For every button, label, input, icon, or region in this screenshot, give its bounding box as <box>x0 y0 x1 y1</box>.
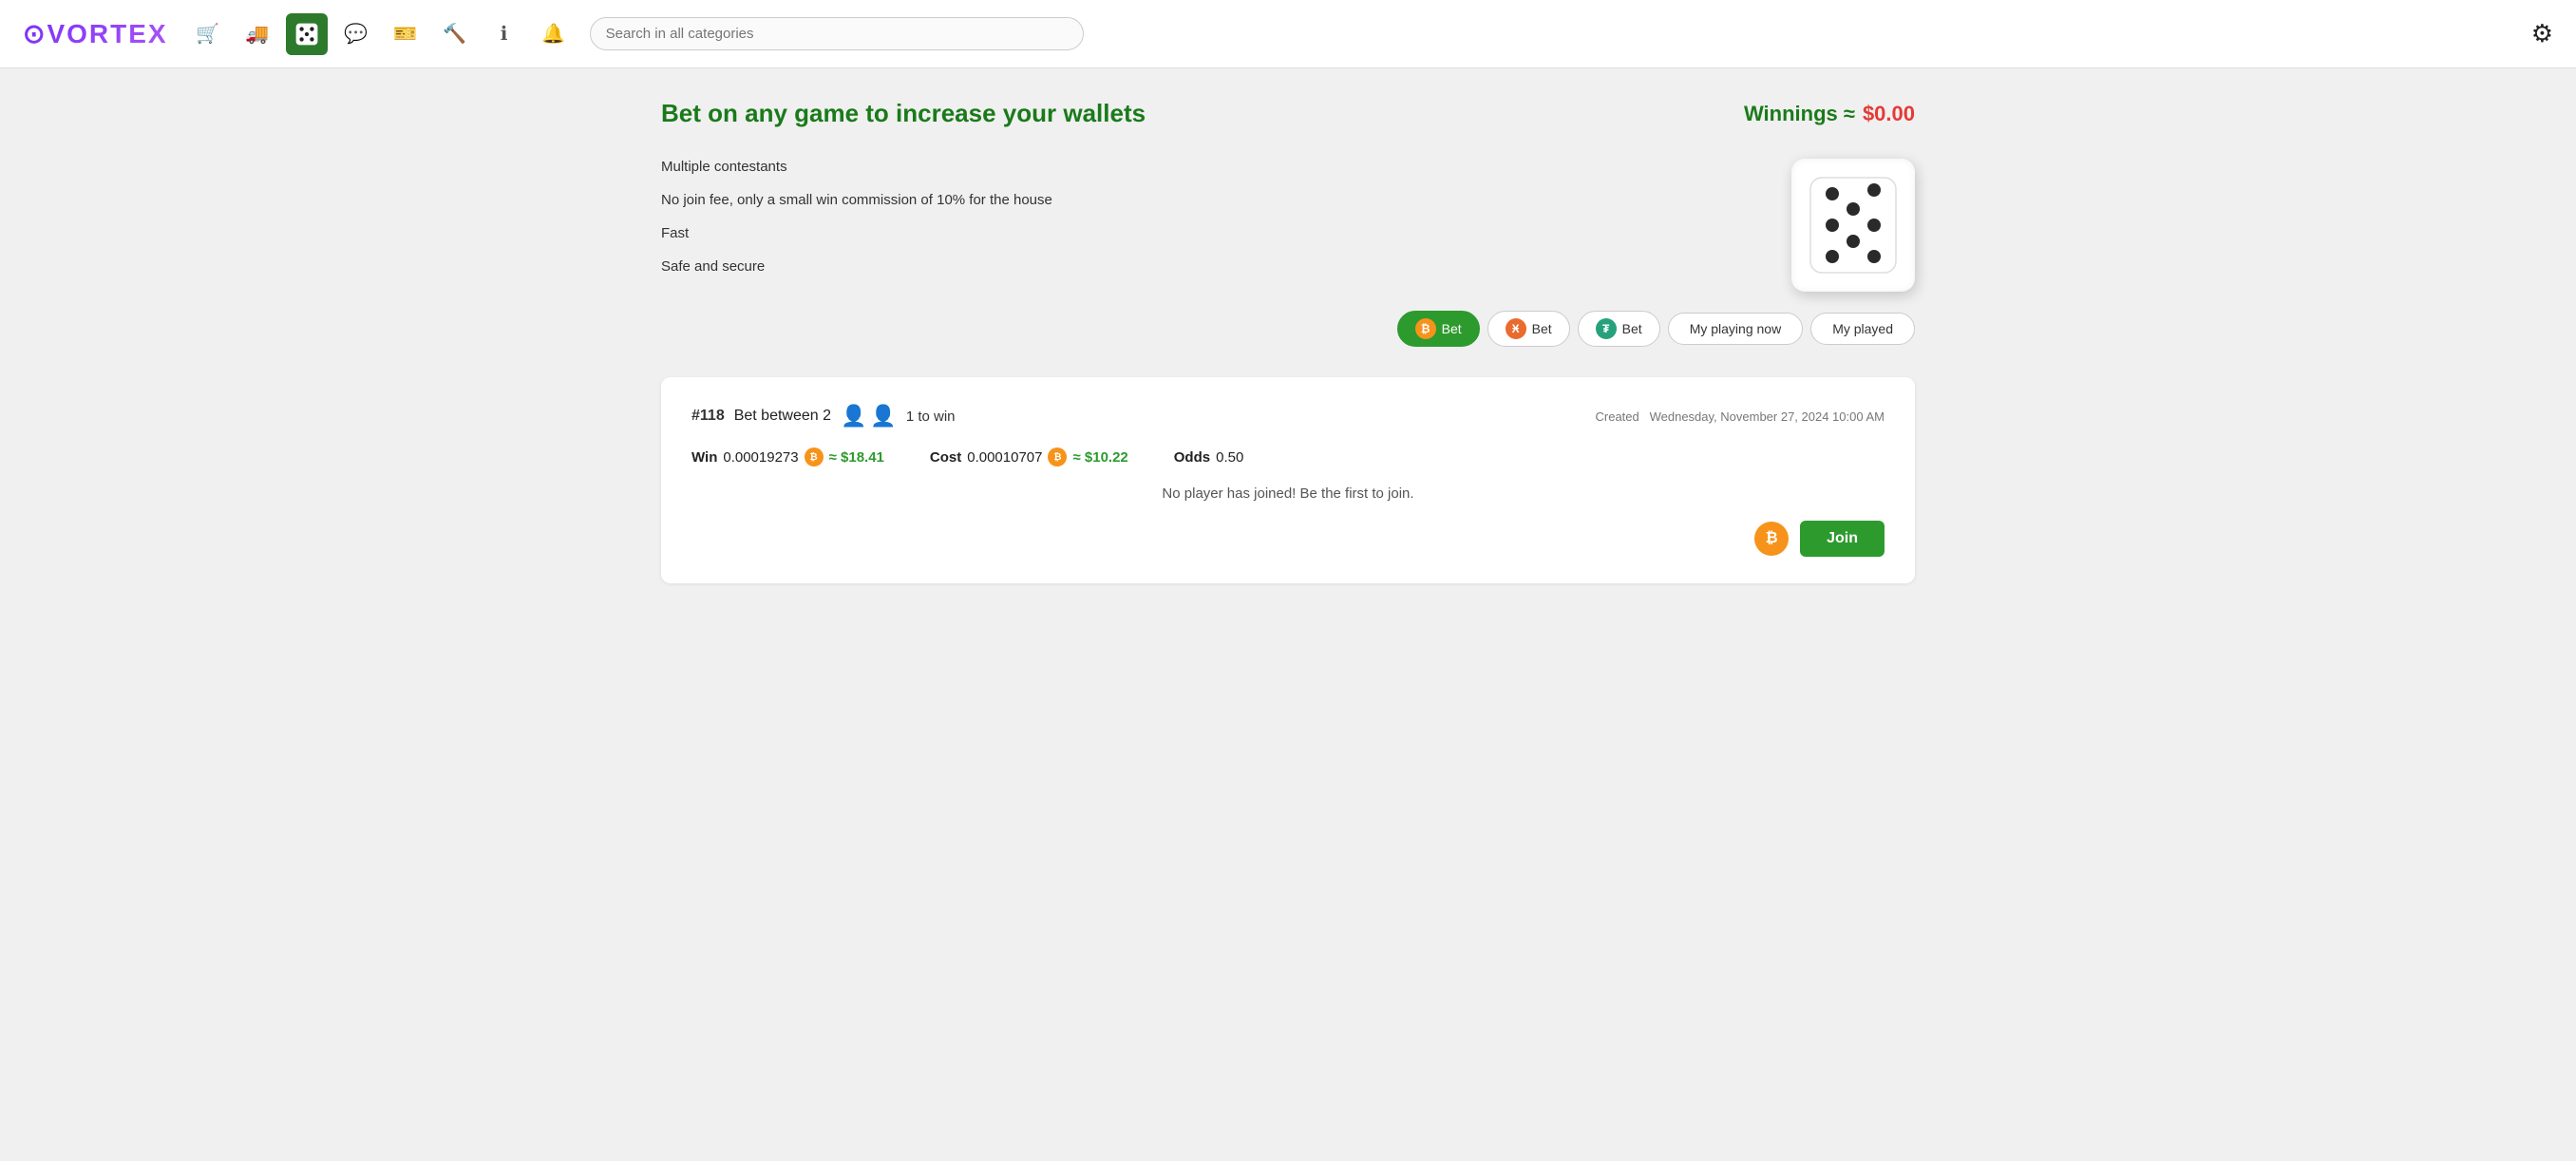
features-list: Multiple contestants No join fee, only a… <box>661 159 1052 275</box>
tab-xmr-bet[interactable]: Ӿ Bet <box>1487 311 1570 347</box>
tab-xmr-label: Bet <box>1532 321 1552 336</box>
feature-item: Multiple contestants <box>661 159 1052 175</box>
tab-usdt-label: Bet <box>1622 321 1642 336</box>
odds-stat: Odds 0.50 <box>1174 449 1244 466</box>
auction-icon[interactable]: 🔨 <box>434 13 476 55</box>
cost-stat: Cost 0.00010707 ₿ ≈ $10.22 <box>930 447 1128 466</box>
usdt-icon: ₮ <box>1596 318 1617 339</box>
feature-item: Safe and secure <box>661 258 1052 275</box>
created-info: Created Wednesday, November 27, 2024 10:… <box>1596 409 1885 424</box>
player-icon-dark: 👤 <box>870 404 896 428</box>
winnings-label: Winnings ≈ <box>1744 102 1855 126</box>
dice-image <box>1791 159 1915 292</box>
win-btc-icon: ₿ <box>805 447 824 466</box>
tab-btc-label: Bet <box>1442 321 1462 336</box>
dice-nav-icon[interactable] <box>286 13 328 55</box>
game-card: #118 Bet between 2 👤 👤 1 to win Created … <box>661 377 1915 583</box>
settings-icon[interactable]: ⚙ <box>2531 19 2553 48</box>
winnings-section: Winnings ≈ $0.00 <box>1744 102 1915 126</box>
search-bar[interactable] <box>590 17 1084 50</box>
bell-icon[interactable]: 🔔 <box>533 13 575 55</box>
tab-usdt-bet[interactable]: ₮ Bet <box>1578 311 1660 347</box>
join-button[interactable]: Join <box>1800 521 1885 557</box>
chat-icon[interactable]: 💬 <box>335 13 377 55</box>
cost-label: Cost <box>930 449 961 466</box>
feature-item: Fast <box>661 225 1052 241</box>
feature-item: No join fee, only a small win commission… <box>661 192 1052 208</box>
game-id: #118 <box>691 408 725 425</box>
to-win-text: 1 to win <box>906 409 956 425</box>
cost-btc-icon: ₿ <box>1048 447 1067 466</box>
win-usd: ≈ $18.41 <box>829 449 884 466</box>
odds-value: 0.50 <box>1216 449 1243 466</box>
features-row: Multiple contestants No join fee, only a… <box>661 159 1915 347</box>
page-title: Bet on any game to increase your wallets <box>661 99 1146 128</box>
cost-usd: ≈ $10.22 <box>1072 449 1127 466</box>
dice-container: ₿ Bet Ӿ Bet ₮ Bet My playing now My play… <box>1397 159 1915 347</box>
bet-between-label: Bet between 2 <box>734 408 831 425</box>
no-player-message: No player has joined! Be the first to jo… <box>691 485 1885 502</box>
top-row: Bet on any game to increase your wallets… <box>661 99 1915 128</box>
odds-label: Odds <box>1174 449 1210 466</box>
winnings-amount: $0.00 <box>1863 102 1915 126</box>
main-content: Bet on any game to increase your wallets… <box>623 68 1953 614</box>
game-footer: ₿ Join <box>691 521 1885 557</box>
tab-btc-bet[interactable]: ₿ Bet <box>1397 311 1480 347</box>
search-input[interactable] <box>590 17 1084 50</box>
logo[interactable]: ⊙VORTEX <box>23 18 168 49</box>
join-btc-icon: ₿ <box>1754 522 1789 556</box>
tabs-row: ₿ Bet Ӿ Bet ₮ Bet My playing now My play… <box>1397 311 1915 347</box>
created-label: Created <box>1596 409 1639 424</box>
game-header: #118 Bet between 2 👤 👤 1 to win Created … <box>691 404 1885 428</box>
win-stat: Win 0.00019273 ₿ ≈ $18.41 <box>691 447 884 466</box>
tab-my-playing-now[interactable]: My playing now <box>1668 313 1804 345</box>
player-icons: 👤 👤 <box>841 404 897 428</box>
info-icon[interactable]: ℹ <box>483 13 525 55</box>
header: ⊙VORTEX 🛒 🚚 💬 🎫 🔨 ℹ 🔔 ⚙ <box>0 0 2576 68</box>
xmr-icon: Ӿ <box>1506 318 1526 339</box>
tab-my-played[interactable]: My played <box>1810 313 1915 345</box>
btc-icon: ₿ <box>1415 318 1436 339</box>
logo-text: ⊙VORTEX <box>23 18 168 49</box>
game-stats: Win 0.00019273 ₿ ≈ $18.41 Cost 0.0001070… <box>691 447 1885 466</box>
ticket-icon[interactable]: 🎫 <box>385 13 426 55</box>
created-date: Wednesday, November 27, 2024 10:00 AM <box>1650 409 1885 424</box>
game-title: #118 Bet between 2 👤 👤 1 to win <box>691 404 956 428</box>
win-amount: 0.00019273 <box>723 449 798 466</box>
player-icon-green: 👤 <box>841 404 866 428</box>
cart-icon[interactable]: 🛒 <box>187 13 229 55</box>
delivery-icon[interactable]: 🚚 <box>237 13 278 55</box>
win-label: Win <box>691 449 717 466</box>
cost-amount: 0.00010707 <box>967 449 1042 466</box>
